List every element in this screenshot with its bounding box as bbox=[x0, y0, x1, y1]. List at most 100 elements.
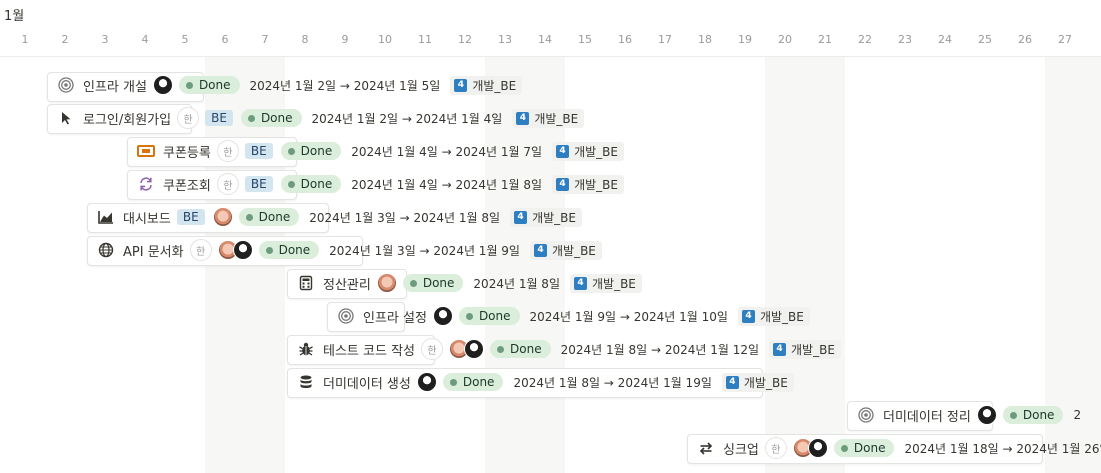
task-row[interactable]: 쿠폰조회 한 BE Done 2024년 1월 4일 → 2024년 1월 8일 4 개발_… bbox=[137, 171, 624, 197]
day-label: 11 bbox=[418, 33, 432, 46]
status-dot bbox=[287, 180, 295, 188]
task-title: 로그인/회원가입 bbox=[83, 112, 172, 128]
task-row[interactable]: 인프라 설정 Done 2024년 1월 9일 → 2024년 1월 10일 4 개발_… bbox=[337, 303, 810, 329]
day-label: 1 bbox=[21, 33, 29, 46]
status-label: Done bbox=[258, 210, 291, 224]
task-title: 더미데이터 정리 bbox=[883, 409, 971, 425]
date-range: 2024년 1월 2일 → 2024년 1월 4일 bbox=[311, 111, 503, 126]
status-badge: Done bbox=[458, 307, 520, 325]
status-label: Done bbox=[510, 342, 542, 356]
status-dot bbox=[287, 147, 295, 155]
day-label: 13 bbox=[498, 33, 512, 46]
task-title: 테스트 코드 작성 bbox=[323, 343, 415, 359]
date-range: 2024년 1월 9일 → 2024년 1월 10일 bbox=[529, 309, 728, 324]
avatar[interactable] bbox=[976, 405, 997, 425]
task-row[interactable]: 인프라 개설 Done 2024년 1월 2일 → 2024년 1월 5일 4 개발_B… bbox=[57, 72, 523, 98]
globe-icon bbox=[97, 241, 115, 259]
task-title: 쿠폰등록 bbox=[163, 145, 211, 161]
language-badge: 한 bbox=[216, 173, 239, 195]
status-dot bbox=[247, 114, 255, 122]
date-range: 2024년 1월 4일 → 2024년 1월 8일 bbox=[351, 177, 543, 192]
task-title: 쿠폰조회 bbox=[163, 178, 211, 194]
team-label: 개발_BE bbox=[743, 375, 788, 390]
day-label: 14 bbox=[538, 33, 552, 46]
status-dot bbox=[265, 246, 273, 254]
assignee-avatars[interactable] bbox=[792, 438, 828, 458]
task-row[interactable]: 쿠폰등록 한 BE Done 2024년 1월 4일 → 2024년 1월 7일 4 개발_… bbox=[137, 138, 624, 164]
be-tag: BE bbox=[205, 110, 233, 126]
month-label: 1월 bbox=[4, 9, 25, 24]
avatar bbox=[807, 438, 828, 458]
task-row[interactable]: API 문서화 한 Done 2024년 1월 3일 → 2024년 1월 9일 4 개발… bbox=[97, 237, 602, 263]
status-label: Done bbox=[422, 276, 455, 290]
status-badge: Done bbox=[490, 340, 551, 358]
be-tag: BE bbox=[244, 176, 273, 192]
avatar[interactable] bbox=[152, 75, 173, 95]
language-badge: 한 bbox=[216, 140, 239, 162]
date-range: 2024년 1월 4일 → 2024년 1월 7일 bbox=[351, 144, 543, 159]
ticket-icon bbox=[137, 142, 155, 160]
status-label: Done bbox=[478, 309, 511, 323]
target-icon bbox=[337, 307, 355, 325]
task-row[interactable]: 정산관리 Done 2024년 1월 8일 4 개발_BE bbox=[297, 270, 642, 296]
avatar bbox=[232, 240, 253, 260]
status-badge: Done bbox=[402, 274, 464, 292]
avatar[interactable] bbox=[212, 207, 233, 227]
task-title: 정산관리 bbox=[323, 277, 371, 293]
task-row[interactable]: 대시보드 BE Done 2024년 1월 3일 → 2024년 1월 8일 4 개발_B… bbox=[97, 204, 582, 230]
team-label: 개발_BE bbox=[532, 210, 576, 225]
date-range: 2024년 1월 8일 → 2024년 1월 12일 bbox=[560, 342, 760, 357]
language-badge: 한 bbox=[764, 437, 787, 459]
day-label: 15 bbox=[578, 33, 592, 46]
status-label: Done bbox=[300, 177, 333, 191]
task-row[interactable]: 더미데이터 생성 Done 2024년 1월 8일 → 2024년 1월 19일 4 개… bbox=[297, 369, 794, 395]
team-tag: 4 개발_BE bbox=[552, 174, 624, 194]
status-badge: Done bbox=[280, 142, 342, 160]
team-number: 4 bbox=[514, 210, 528, 224]
status-label: Done bbox=[300, 144, 333, 158]
team-tag: 4 개발_BE bbox=[769, 339, 841, 359]
day-label: 10 bbox=[378, 33, 392, 46]
team-label: 개발_BE bbox=[591, 276, 636, 291]
avatar[interactable] bbox=[432, 306, 453, 326]
team-tag: 4 개발_BE bbox=[569, 273, 642, 293]
team-number: 4 bbox=[725, 375, 739, 389]
date-range: 2024년 1월 8일 bbox=[473, 276, 560, 291]
status-label: Done bbox=[853, 441, 886, 455]
day-label: 5 bbox=[181, 33, 189, 46]
status-label: Done bbox=[462, 375, 495, 389]
date-range: 2 bbox=[1073, 408, 1082, 422]
team-number: 4 bbox=[454, 78, 468, 92]
target-icon bbox=[857, 406, 875, 424]
assignee-avatars[interactable] bbox=[449, 339, 484, 359]
status-dot bbox=[840, 444, 848, 452]
day-label: 3 bbox=[101, 33, 109, 46]
status-dot bbox=[409, 279, 417, 287]
task-row[interactable]: 테스트 코드 작성 한 Done 2024년 1월 8일 → 2024년 1월 12일… bbox=[297, 336, 841, 362]
team-number: 4 bbox=[556, 177, 570, 191]
task-row[interactable]: 싱크업 한 Done 2024년 1월 18일 → 2024년 1월 26일 bbox=[697, 435, 1101, 461]
date-range: 2024년 1월 8일 → 2024년 1월 19일 bbox=[513, 375, 712, 390]
language-badge: 한 bbox=[189, 239, 212, 261]
day-label: 24 bbox=[938, 33, 952, 46]
status-dot bbox=[245, 213, 253, 221]
day-label: 27 bbox=[1058, 33, 1072, 46]
day-label: 6 bbox=[221, 33, 229, 46]
day-label: 12 bbox=[458, 33, 472, 46]
language-badge: 한 bbox=[421, 338, 443, 360]
team-tag: 4 개발_BE bbox=[512, 108, 585, 128]
target-icon bbox=[57, 76, 75, 94]
avatar[interactable] bbox=[376, 273, 397, 293]
team-number: 4 bbox=[573, 276, 587, 290]
task-row[interactable]: 로그인/회원가입 한 BE Done 2024년 1월 2일 → 2024년 1월 4일… bbox=[57, 105, 585, 131]
day-label: 25 bbox=[978, 33, 992, 46]
date-range: 2024년 1월 3일 → 2024년 1월 8일 bbox=[309, 210, 501, 225]
team-number: 4 bbox=[533, 243, 547, 257]
day-label: 9 bbox=[341, 33, 349, 46]
team-label: 개발_BE bbox=[472, 78, 517, 93]
avatar[interactable] bbox=[416, 372, 437, 392]
task-row[interactable]: 더미데이터 정리 Done 2 bbox=[857, 402, 1091, 428]
status-dot bbox=[465, 312, 473, 320]
task-title: API 문서화 bbox=[123, 244, 184, 260]
assignee-avatars[interactable] bbox=[217, 240, 253, 260]
